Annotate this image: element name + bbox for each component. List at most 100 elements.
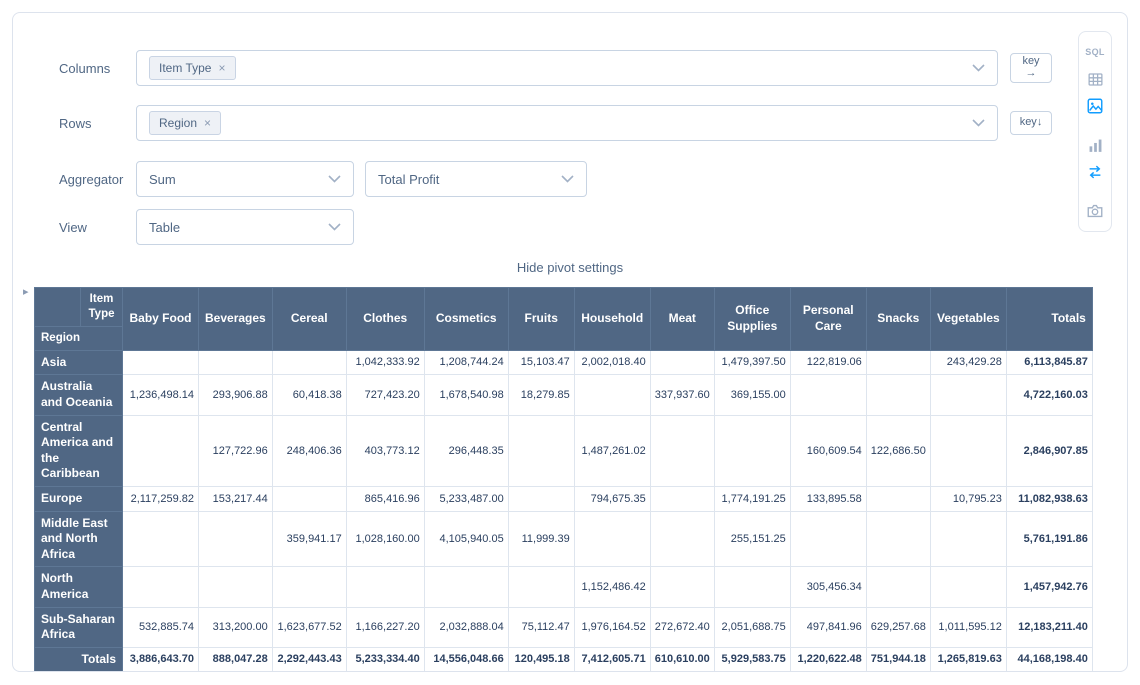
pivot-value-cell: 305,456.34 (790, 567, 866, 607)
columns-select[interactable]: Item Type × (136, 50, 998, 86)
pivot-column-header: Beverages (199, 288, 273, 351)
pivot-value-cell (714, 415, 790, 486)
pivot-value-cell (866, 486, 930, 511)
pivot-value-cell: 255,151.25 (714, 511, 790, 567)
pivot-row: Europe2,117,259.82153,217.44865,416.965,… (35, 486, 1093, 511)
chevron-down-icon (328, 223, 341, 231)
pivot-value-cell: 1,208,744.24 (424, 350, 508, 375)
pivot-column-total-cell: 7,412,605.71 (574, 647, 650, 672)
sql-icon-label: SQL (1085, 47, 1104, 57)
pivot-value-cell (272, 486, 346, 511)
pivot-row-total-cell: 1,457,942.76 (1006, 567, 1092, 607)
chevron-down-icon (972, 64, 985, 72)
aggregator-arg-value: Total Profit (378, 172, 439, 187)
pivot-value-cell: 160,609.54 (790, 415, 866, 486)
pivot-value-cell: 727,423.20 (346, 375, 424, 415)
camera-icon[interactable] (1084, 200, 1106, 222)
pivot-value-cell (866, 567, 930, 607)
pivot-row-header: Asia (35, 350, 123, 375)
pivot-totals-column-header: Totals (1006, 288, 1092, 351)
remove-tag-icon[interactable]: × (218, 62, 225, 74)
table-grid-icon[interactable] (1084, 68, 1106, 90)
pivot-value-cell: 1,487,261.02 (574, 415, 650, 486)
remove-tag-icon[interactable]: × (204, 117, 211, 129)
pivot-value-cell: 153,217.44 (199, 486, 273, 511)
rows-tag-label: Region (159, 116, 197, 130)
pivot-column-total-cell: 120,495.18 (508, 647, 574, 672)
pivot-table-container: Item TypeBaby FoodBeveragesCerealClothes… (34, 287, 1093, 672)
pivot-totals-row-header: Totals (35, 647, 123, 672)
pivot-row-header: Europe (35, 486, 123, 511)
export-transfer-icon[interactable] (1084, 161, 1106, 183)
arrow-right-icon: → (1026, 68, 1037, 80)
pivot-row: Asia1,042,333.921,208,744.2415,103.472,0… (35, 350, 1093, 375)
pivot-column-total-cell: 751,944.18 (866, 647, 930, 672)
pivot-value-cell: 794,675.35 (574, 486, 650, 511)
pivot-column-total-cell: 888,047.28 (199, 647, 273, 672)
pivot-column-header: Vegetables (930, 288, 1006, 351)
pivot-value-cell: 1,152,486.42 (574, 567, 650, 607)
pivot-value-cell: 4,105,940.05 (424, 511, 508, 567)
pivot-value-cell (508, 415, 574, 486)
pivot-row-total-cell: 12,183,211.40 (1006, 607, 1092, 647)
pivot-value-cell: 296,448.35 (424, 415, 508, 486)
aggregator-label: Aggregator (59, 161, 123, 197)
pivot-row-header: Central America and the Caribbean (35, 415, 123, 486)
pivot-value-cell: 313,200.00 (199, 607, 273, 647)
pivot-col-attr-label: Item Type (81, 288, 123, 327)
collapse-panel-handle[interactable]: ▸ (23, 285, 29, 298)
rows-tag: Region × (149, 111, 221, 135)
key-label: key (1020, 117, 1037, 129)
pivot-value-cell: 865,416.96 (346, 486, 424, 511)
pivot-value-cell (199, 567, 273, 607)
pivot-value-cell: 1,623,677.52 (272, 607, 346, 647)
pivot-column-header: Household (574, 288, 650, 351)
pivot-value-cell (790, 375, 866, 415)
aggregator-arg-select[interactable]: Total Profit (365, 161, 587, 197)
pivot-value-cell: 18,279.85 (508, 375, 574, 415)
pivot-value-cell: 629,257.68 (866, 607, 930, 647)
pivot-value-cell: 1,166,227.20 (346, 607, 424, 647)
pivot-value-cell: 15,103.47 (508, 350, 574, 375)
pivot-row: Australia and Oceania1,236,498.14293,906… (35, 375, 1093, 415)
pivot-row: Central America and the Caribbean127,722… (35, 415, 1093, 486)
chart-image-icon[interactable] (1084, 95, 1106, 117)
pivot-value-cell: 10,795.23 (930, 486, 1006, 511)
hide-pivot-settings-link[interactable]: Hide pivot settings (13, 260, 1127, 275)
pivot-column-header: Baby Food (123, 288, 199, 351)
aggregator-select[interactable]: Sum (136, 161, 354, 197)
pivot-value-cell: 122,686.50 (866, 415, 930, 486)
arrow-down-icon: ↓ (1037, 117, 1043, 129)
pivot-value-cell (930, 567, 1006, 607)
view-select[interactable]: Table (136, 209, 354, 245)
side-toolbar: SQL (1078, 31, 1112, 232)
sql-icon[interactable]: SQL (1084, 41, 1106, 63)
pivot-value-cell: 1,678,540.98 (424, 375, 508, 415)
pivot-row-total-cell: 4,722,160.03 (1006, 375, 1092, 415)
pivot-value-cell (424, 567, 508, 607)
rows-select[interactable]: Region × (136, 105, 998, 141)
pivot-value-cell (199, 511, 273, 567)
pivot-column-total-cell: 1,220,622.48 (790, 647, 866, 672)
pivot-row-total-cell: 5,761,191.86 (1006, 511, 1092, 567)
pivot-value-cell (123, 350, 199, 375)
pivot-value-cell (930, 375, 1006, 415)
rows-key-order-button[interactable]: key↓ (1010, 111, 1052, 135)
pivot-value-cell: 1,976,164.52 (574, 607, 650, 647)
pivot-value-cell: 272,672.40 (650, 607, 714, 647)
pivot-value-cell (866, 350, 930, 375)
columns-key-order-button[interactable]: key → (1010, 53, 1052, 83)
pivot-row: Sub-Saharan Africa532,885.74313,200.001,… (35, 607, 1093, 647)
pivot-value-cell (930, 511, 1006, 567)
pivot-value-cell (123, 415, 199, 486)
pivot-panel-card: Columns Item Type × key → Rows Region × … (12, 12, 1128, 672)
pivot-column-header: Office Supplies (714, 288, 790, 351)
pivot-column-total-cell: 5,233,334.40 (346, 647, 424, 672)
pivot-value-cell: 337,937.60 (650, 375, 714, 415)
pivot-value-cell: 122,819.06 (790, 350, 866, 375)
pivot-value-cell (866, 511, 930, 567)
pivot-value-cell (123, 511, 199, 567)
bar-chart-icon[interactable] (1084, 134, 1106, 156)
pivot-column-header: Personal Care (790, 288, 866, 351)
pivot-value-cell (508, 486, 574, 511)
